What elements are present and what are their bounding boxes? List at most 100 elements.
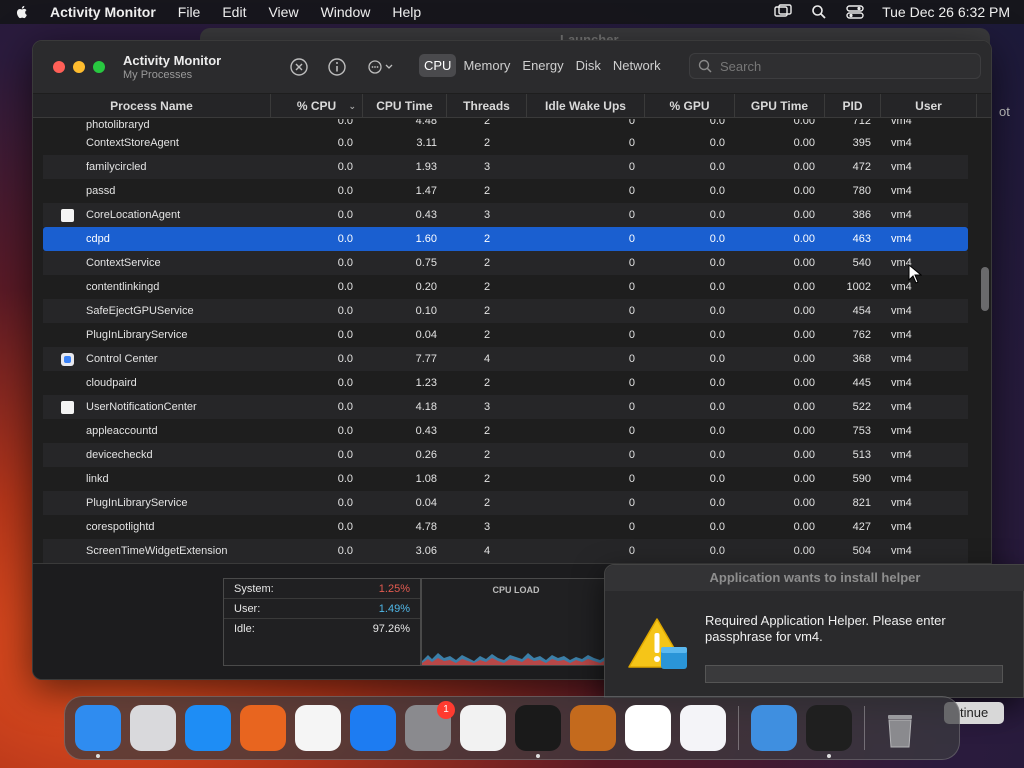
dock-vscode-icon[interactable] (625, 705, 671, 751)
dock-textedit-icon[interactable] (460, 705, 506, 751)
cpu-cell: 0.0 (337, 161, 353, 173)
tab-energy[interactable]: Energy (517, 54, 568, 77)
threads-cell: 2 (483, 473, 491, 485)
apple-logo-icon[interactable] (14, 4, 30, 20)
threads-cell: 2 (483, 137, 491, 149)
menu-app-name[interactable]: Activity Monitor (50, 4, 156, 20)
cpu-load-chart (422, 653, 612, 665)
gpu-cell: 0.0 (709, 209, 725, 221)
pid-cell: 395 (852, 137, 871, 149)
tab-bar: CPU Memory Energy Disk Network (419, 54, 668, 77)
control-center-icon[interactable] (846, 4, 864, 20)
process-name: Control Center (86, 353, 158, 365)
menu-window[interactable]: Window (321, 4, 371, 20)
table-row-selected[interactable]: cdpd 0.0 1.60 2 0 0.0 0.00 463 vm4 (43, 227, 968, 251)
table-row[interactable]: ContextService 0.0 0.75 2 0 0.0 0.00 540 vm4 (43, 251, 968, 275)
screen-mirroring-icon[interactable] (774, 4, 792, 20)
table-row[interactable]: cloudpaird 0.0 1.23 2 0 0.0 0.00 445 vm4 (43, 371, 968, 395)
stop-process-icon[interactable] (289, 57, 309, 77)
cpu-time-cell: 4.18 (415, 401, 437, 413)
gpu-time-cell: 0.00 (793, 497, 815, 509)
cpu-time-cell: 3.06 (415, 545, 437, 557)
process-name: cloudpaird (86, 377, 137, 389)
column-user[interactable]: User (881, 94, 977, 118)
pid-cell: 463 (852, 233, 871, 245)
menu-help[interactable]: Help (392, 4, 421, 20)
tab-network[interactable]: Network (608, 54, 666, 77)
column-cpu-time[interactable]: CPU Time (363, 94, 447, 118)
table-row[interactable]: PlugInLibraryService 0.0 0.04 2 0 0.0 0.00 821 v… (43, 491, 968, 515)
column-threads[interactable]: Threads (447, 94, 527, 118)
user-cell: vm4 (891, 473, 912, 485)
tab-memory[interactable]: Memory (458, 54, 515, 77)
table-row[interactable]: Control Center 0.0 7.77 4 0 0.0 0.00 368 vm4 (43, 347, 968, 371)
dock-visual-studio-icon[interactable] (680, 705, 726, 751)
zoom-window-button[interactable] (93, 61, 105, 73)
dock-terminal-icon[interactable] (515, 705, 561, 758)
process-name: familycircled (86, 161, 147, 173)
passphrase-field[interactable] (705, 665, 1003, 683)
sort-descending-icon: ⌄ (348, 101, 356, 111)
dock-launchpad-icon[interactable] (130, 705, 176, 751)
column-pid[interactable]: PID (825, 94, 881, 118)
minimize-window-button[interactable] (73, 61, 85, 73)
close-window-button[interactable] (53, 61, 65, 73)
menu-clock[interactable]: Tue Dec 26 6:32 PM (882, 4, 1010, 20)
process-name: CoreLocationAgent (86, 209, 181, 221)
table-row[interactable]: corespotlightd 0.0 4.78 3 0 0.0 0.00 427 vm4 (43, 515, 968, 539)
table-row[interactable]: UserNotificationCenter 0.0 4.18 3 0 0.0 0.00 52… (43, 395, 968, 419)
dock-chrome-icon[interactable] (295, 705, 341, 751)
column-process-name[interactable]: Process Name (33, 94, 271, 118)
gpu-time-cell: 0.00 (793, 329, 815, 341)
menu-file[interactable]: File (178, 4, 201, 20)
gpu-time-cell: 0.00 (793, 305, 815, 317)
dock-system-settings-icon[interactable]: 1 (405, 701, 455, 751)
table-row[interactable]: PlugInLibraryService 0.0 0.04 2 0 0.0 0.00 762 v… (43, 323, 968, 347)
column-gpu-time[interactable]: GPU Time (735, 94, 825, 118)
table-row[interactable]: photolibraryd 0.0 4.48 2 0 0.0 0.00 712 … (43, 119, 968, 131)
info-icon[interactable] (327, 57, 347, 77)
menu-view[interactable]: View (268, 4, 298, 20)
user-cell: vm4 (891, 119, 912, 127)
spotlight-search-icon[interactable] (810, 4, 828, 20)
dock-firefox-icon[interactable] (240, 705, 286, 751)
process-name: ContextService (86, 257, 161, 269)
table-row[interactable]: devicecheckd 0.0 0.26 2 0 0.0 0.00 513 vm4 (43, 443, 968, 467)
table-row[interactable]: contentlinkingd 0.0 0.20 2 0 0.0 0.00 1002 vm4 (43, 275, 968, 299)
table-row[interactable]: SafeEjectGPUService 0.0 0.10 2 0 0.0 0.00 454 vm… (43, 299, 968, 323)
process-icon (61, 119, 74, 131)
process-icon (61, 352, 74, 366)
search-input[interactable] (720, 58, 970, 74)
dock-trash-icon[interactable] (877, 705, 923, 751)
column-cpu-percent[interactable]: % CPU ⌄ (271, 94, 363, 118)
user-cell: vm4 (891, 161, 912, 173)
table-row[interactable]: appleaccountd 0.0 0.43 2 0 0.0 0.00 753 vm4 (43, 419, 968, 443)
tab-cpu[interactable]: CPU (419, 54, 457, 77)
more-actions-icon[interactable] (365, 57, 395, 77)
table-row[interactable]: ContextStoreAgent 0.0 3.11 2 0 0.0 0.00 395 vm4 (43, 131, 968, 155)
column-gpu-percent[interactable]: % GPU (645, 94, 735, 118)
column-idle-wake-ups[interactable]: Idle Wake Ups (527, 94, 645, 118)
idle-wake-ups-cell: 0 (628, 401, 635, 413)
cpu-cell: 0.0 (337, 233, 353, 245)
dock-garageband-icon[interactable] (570, 705, 616, 751)
background-side-text: ot (999, 104, 1010, 119)
dock-app-store-icon[interactable] (350, 705, 396, 751)
table-row[interactable]: ScreenTimeWidgetExtension 0.0 3.06 4 0 0.0 0.0… (43, 539, 968, 563)
app-running-indicator (827, 754, 831, 758)
dock-finder-icon[interactable] (75, 705, 121, 758)
table-row[interactable]: familycircled 0.0 1.93 3 0 0.0 0.00 472 vm4 (43, 155, 968, 179)
table-row[interactable]: passd 0.0 1.47 2 0 0.0 0.00 780 vm4 (43, 179, 968, 203)
table-row[interactable]: CoreLocationAgent 0.0 0.43 3 0 0.0 0.00 386 vm4 (43, 203, 968, 227)
menu-edit[interactable]: Edit (222, 4, 246, 20)
dock-activity-monitor-icon[interactable] (806, 705, 852, 758)
dock-weather-icon[interactable] (751, 705, 797, 751)
table-scrollbar[interactable] (981, 267, 989, 311)
dock-separator (738, 706, 739, 750)
dock-safari-icon[interactable] (185, 705, 231, 751)
stat-system: System: 1.25% (224, 579, 420, 599)
table-row[interactable]: linkd 0.0 1.08 2 0 0.0 0.00 590 vm4 (43, 467, 968, 491)
tab-disk[interactable]: Disk (571, 54, 606, 77)
process-icon (61, 233, 74, 246)
search-field[interactable] (689, 53, 981, 79)
